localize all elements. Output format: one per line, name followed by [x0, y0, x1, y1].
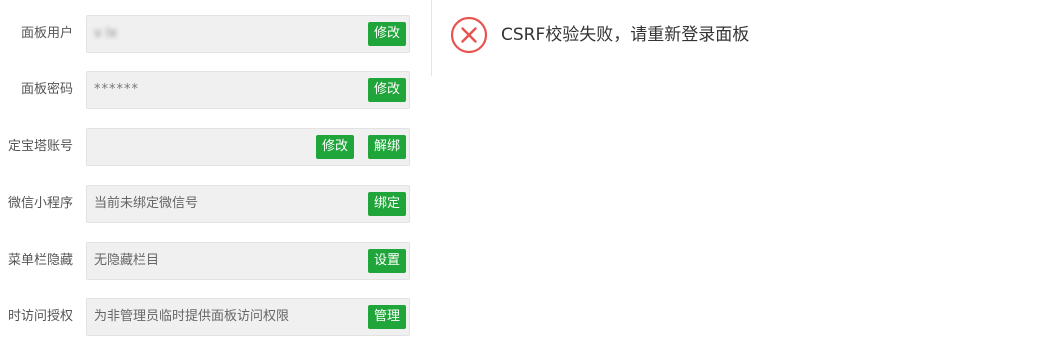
- bind-wechat-button[interactable]: 绑定: [367, 192, 406, 216]
- label-menu-hidden: 菜单栏隐藏: [7, 253, 73, 268]
- panel-user-value: v lx: [94, 26, 118, 41]
- panel-user-field: v lx 修改: [86, 15, 410, 53]
- edit-panel-password-button[interactable]: 修改: [367, 78, 406, 102]
- error-message: CSRF校验失败，请重新登录面板: [501, 25, 750, 45]
- menu-hidden-value: 无隐藏栏目: [94, 253, 160, 268]
- label-wechat-miniprogram: 微信小程序: [7, 196, 73, 211]
- menu-hidden-field: 无隐藏栏目 设置: [86, 242, 410, 280]
- label-panel-password: 面板密码: [20, 82, 73, 97]
- row-wechat-miniprogram: 微信小程序 当前未绑定微信号 绑定: [0, 185, 430, 223]
- vertical-divider: [431, 0, 432, 76]
- row-panel-password: 面板密码 ****** 修改: [0, 71, 430, 109]
- temp-access-field: 为非管理员临时提供面板访问权限 管理: [86, 298, 410, 336]
- row-menu-hidden: 菜单栏隐藏 无隐藏栏目 设置: [0, 242, 430, 280]
- label-temp-access: 时访问授权: [7, 309, 73, 324]
- panel-password-field: ****** 修改: [86, 71, 410, 109]
- wechat-miniprogram-field: 当前未绑定微信号 绑定: [86, 185, 410, 223]
- bt-account-field: 修改 解绑: [86, 128, 410, 166]
- error-x-icon: [450, 16, 488, 54]
- row-temp-access: 时访问授权 为非管理员临时提供面板访问权限 管理: [0, 298, 430, 336]
- row-bt-account: 定宝塔账号 修改 解绑: [0, 128, 430, 166]
- manage-temp-access-button[interactable]: 管理: [367, 305, 406, 329]
- wechat-miniprogram-value: 当前未绑定微信号: [94, 196, 199, 211]
- panel-password-value: ******: [94, 82, 139, 97]
- row-panel-user: 面板用户 v lx 修改: [0, 15, 430, 53]
- label-panel-user: 面板用户: [20, 26, 73, 41]
- unbind-bt-account-button[interactable]: 解绑: [367, 135, 406, 159]
- temp-access-value: 为非管理员临时提供面板访问权限: [94, 309, 290, 324]
- panel-settings: 面板用户 v lx 修改 面板密码 ****** 修改 定宝塔账号 修改 解绑 …: [0, 0, 430, 352]
- menu-hidden-settings-button[interactable]: 设置: [367, 249, 406, 273]
- edit-panel-user-button[interactable]: 修改: [367, 22, 406, 46]
- edit-bt-account-button[interactable]: 修改: [315, 135, 354, 159]
- label-bt-account: 定宝塔账号: [7, 139, 73, 154]
